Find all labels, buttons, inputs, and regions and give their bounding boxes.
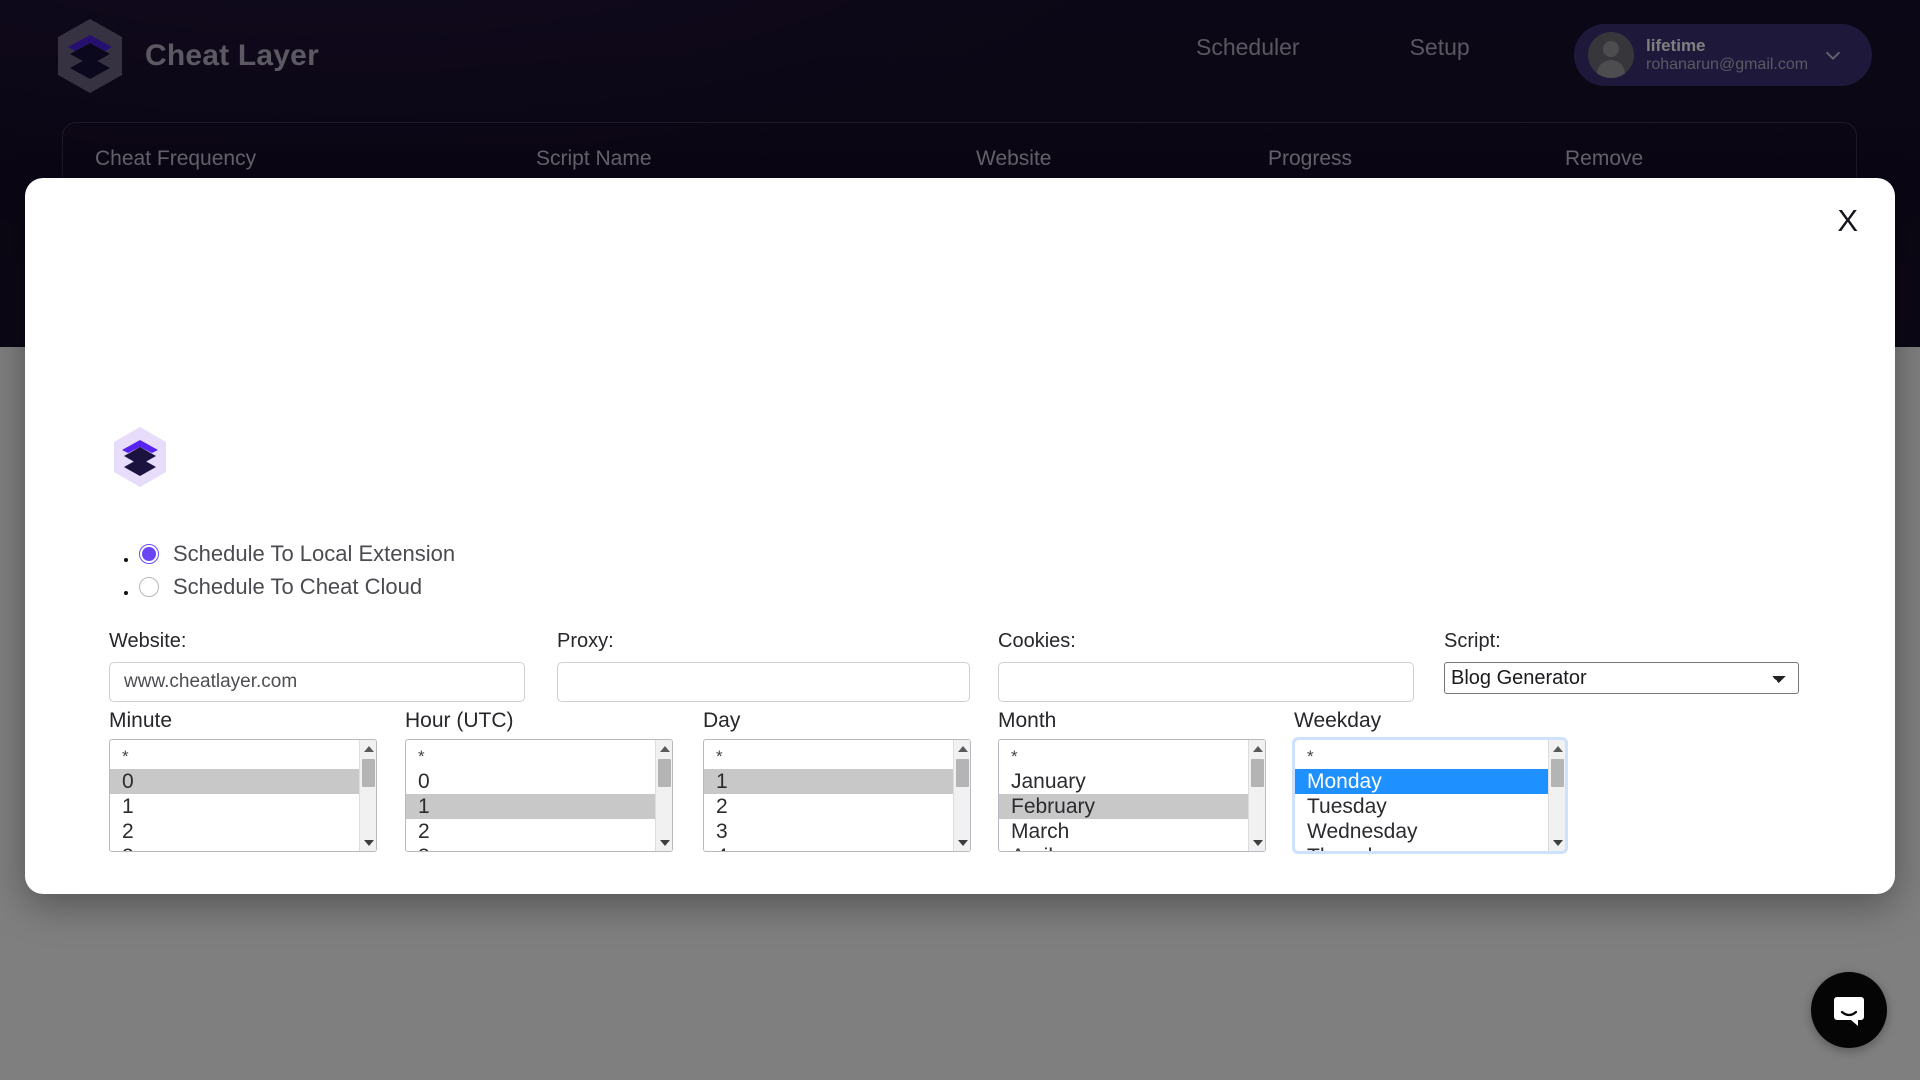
scroll-down-icon[interactable] [1549, 834, 1565, 851]
list-item[interactable]: * [1295, 744, 1548, 769]
scrollbar-thumb[interactable] [1551, 759, 1564, 787]
day-scrollbar[interactable] [953, 740, 970, 851]
radio-schedule-local-extension[interactable]: Schedule To Local Extension [139, 541, 455, 567]
radio-icon-selected[interactable] [139, 544, 159, 564]
list-item-selected[interactable]: 1 [406, 794, 655, 819]
scrollbar-thumb[interactable] [956, 759, 969, 787]
list-item[interactable]: 2 [406, 819, 655, 844]
website-field-group: Website: [109, 630, 525, 702]
cookies-label: Cookies: [998, 630, 1076, 652]
website-label: Website: [109, 630, 187, 652]
scroll-down-icon[interactable] [954, 834, 970, 851]
list-item[interactable]: * [704, 744, 953, 769]
list-item: Schedule To Cheat Cloud [139, 574, 455, 600]
weekday-field-group: Weekday * Monday Tuesday Wednesday Thurs… [1292, 709, 1568, 854]
list-item[interactable]: Tuesday [1295, 794, 1548, 819]
scrollbar-thumb[interactable] [362, 759, 375, 787]
month-label: Month [998, 709, 1057, 732]
hour-options: * 0 1 2 3 [406, 740, 655, 851]
list-item[interactable]: * [110, 744, 359, 769]
weekday-scrollbar[interactable] [1548, 740, 1565, 851]
minute-listbox[interactable]: * 0 1 2 3 [109, 739, 377, 852]
day-options: * 1 2 3 4 [704, 740, 953, 851]
radio-schedule-cheat-cloud[interactable]: Schedule To Cheat Cloud [139, 574, 455, 600]
intercom-chat-icon [1834, 997, 1864, 1026]
scroll-down-icon[interactable] [656, 834, 672, 851]
hour-label: Hour (UTC) [405, 709, 514, 732]
list-item-selected[interactable]: February [999, 794, 1248, 819]
cookies-field-group: Cookies: [998, 630, 1414, 702]
list-item[interactable]: 3 [704, 819, 953, 844]
hour-scrollbar[interactable] [655, 740, 672, 851]
hour-field-group: Hour (UTC) * 0 1 2 3 [405, 709, 673, 852]
scroll-down-icon[interactable] [1249, 834, 1265, 851]
schedule-modal: X Schedule To Local Extension Schedule T… [25, 178, 1895, 894]
weekday-listbox[interactable]: * Monday Tuesday Wednesday Thursday [1292, 737, 1568, 854]
close-icon[interactable]: X [1837, 205, 1858, 236]
radio-label-local-extension: Schedule To Local Extension [173, 541, 456, 566]
day-listbox[interactable]: * 1 2 3 4 [703, 739, 971, 852]
script-label: Script: [1444, 630, 1501, 652]
list-item[interactable]: Wednesday [1295, 819, 1548, 844]
radio-label-cheat-cloud: Schedule To Cheat Cloud [173, 574, 423, 599]
list-item[interactable]: * [406, 744, 655, 769]
scroll-up-icon[interactable] [1549, 740, 1565, 757]
list-item-selected[interactable]: 0 [110, 769, 359, 794]
script-field-group: Script: Blog Generator [1444, 630, 1799, 694]
list-item[interactable]: Thursday [1295, 844, 1548, 851]
weekday-label: Weekday [1294, 709, 1382, 732]
scroll-up-icon[interactable] [656, 740, 672, 757]
radio-icon-unselected[interactable] [139, 577, 159, 597]
scroll-up-icon[interactable] [1249, 740, 1265, 757]
script-select[interactable]: Blog Generator [1444, 662, 1799, 694]
month-scrollbar[interactable] [1248, 740, 1265, 851]
weekday-options: * Monday Tuesday Wednesday Thursday [1295, 740, 1548, 851]
schedule-target-list: Schedule To Local Extension Schedule To … [111, 541, 455, 607]
list-item[interactable]: January [999, 769, 1248, 794]
list-item[interactable]: 2 [704, 794, 953, 819]
cookies-input[interactable] [998, 662, 1414, 702]
minute-label: Minute [109, 709, 173, 732]
list-item[interactable]: 3 [406, 844, 655, 851]
list-item[interactable]: April [999, 844, 1248, 851]
proxy-field-group: Proxy: [557, 630, 970, 702]
minute-options: * 0 1 2 3 [110, 740, 359, 851]
hour-listbox[interactable]: * 0 1 2 3 [405, 739, 673, 852]
month-field-group: Month * January February March April [998, 709, 1266, 852]
scroll-up-icon[interactable] [954, 740, 970, 757]
website-input[interactable] [109, 662, 525, 702]
list-item[interactable]: 4 [704, 844, 953, 851]
month-options: * January February March April [999, 740, 1248, 851]
intercom-launcher-button[interactable] [1811, 972, 1887, 1048]
scrollbar-thumb[interactable] [1251, 759, 1264, 787]
scroll-up-icon[interactable] [360, 740, 376, 757]
list-item: Schedule To Local Extension [139, 541, 455, 567]
list-item[interactable]: 0 [406, 769, 655, 794]
list-item-selected[interactable]: 1 [704, 769, 953, 794]
list-item[interactable]: 3 [110, 844, 359, 851]
proxy-label: Proxy: [557, 630, 614, 652]
day-label: Day [703, 709, 741, 732]
minute-scrollbar[interactable] [359, 740, 376, 851]
list-item[interactable]: March [999, 819, 1248, 844]
list-item[interactable]: 2 [110, 819, 359, 844]
month-listbox[interactable]: * January February March April [998, 739, 1266, 852]
scroll-down-icon[interactable] [360, 834, 376, 851]
cheatlayer-hexagon-logo-icon [114, 427, 166, 487]
minute-field-group: Minute * 0 1 2 3 [109, 709, 377, 852]
scrollbar-thumb[interactable] [658, 759, 671, 787]
list-item-selected[interactable]: Monday [1295, 769, 1548, 794]
list-item[interactable]: * [999, 744, 1248, 769]
list-item[interactable]: 1 [110, 794, 359, 819]
day-field-group: Day * 1 2 3 4 [703, 709, 971, 852]
proxy-input[interactable] [557, 662, 970, 702]
